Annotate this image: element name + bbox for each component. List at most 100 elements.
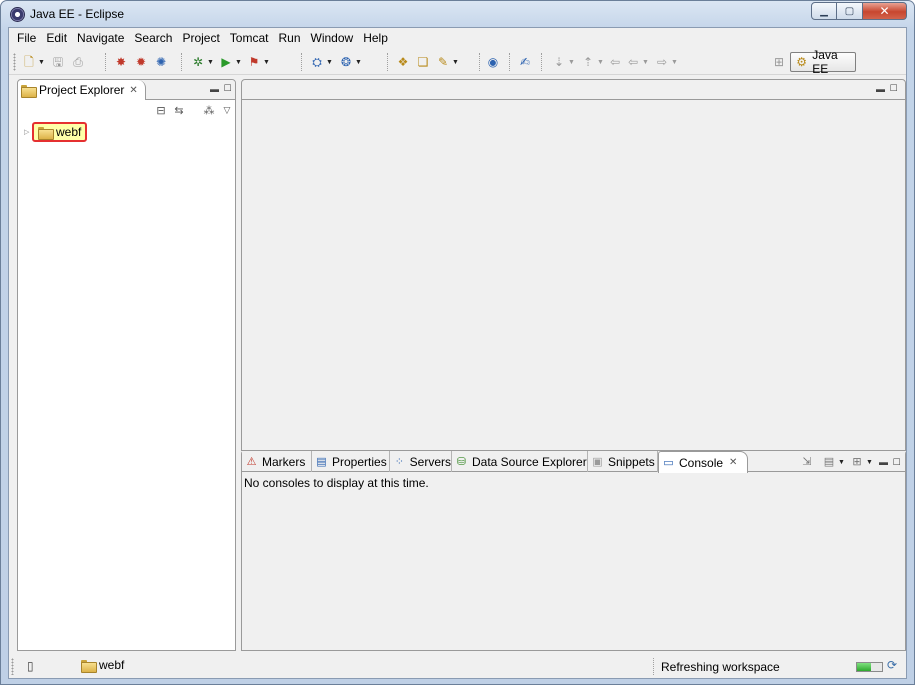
pin-console-icon[interactable]: ⇲ bbox=[799, 454, 815, 470]
progress-bar[interactable] bbox=[856, 662, 883, 672]
next-annotation-icon[interactable]: ⇣ bbox=[551, 54, 567, 70]
view-menu-icon[interactable]: ▽ bbox=[220, 103, 234, 117]
perspective-label: Java EE bbox=[812, 48, 838, 76]
maximize-panel-icon[interactable]: ☐ bbox=[890, 456, 903, 469]
close-console-icon[interactable]: ✕ bbox=[729, 457, 737, 468]
status-grip[interactable] bbox=[11, 658, 14, 675]
status-message: Refreshing workspace bbox=[661, 660, 780, 674]
close-button[interactable]: ✕ bbox=[863, 2, 907, 20]
previous-annotation-icon[interactable]: ⇡ bbox=[580, 54, 596, 70]
tab-servers[interactable]: ⁘ Servers bbox=[390, 451, 452, 472]
menu-navigate[interactable]: Navigate bbox=[72, 29, 129, 47]
minimize-view-icon[interactable]: ▬ bbox=[208, 82, 221, 95]
bottom-panel: ⚠ Markers ▤ Properties ⁘ Servers ⛁ Data Sour… bbox=[241, 450, 906, 651]
next-annotation-dropdown-icon[interactable]: ▼ bbox=[567, 59, 576, 66]
save-icon[interactable]: 🖫 bbox=[50, 54, 66, 70]
forward-dropdown-icon[interactable]: ▼ bbox=[670, 59, 679, 66]
project-folder-icon bbox=[81, 659, 97, 673]
title-bar[interactable]: Java EE - Eclipse ▁ ▢ ✕ bbox=[1, 1, 914, 27]
open-type-icon[interactable]: ❖ bbox=[395, 54, 411, 70]
menu-file[interactable]: File bbox=[12, 29, 41, 47]
display-console-dropdown-icon[interactable]: ▼ bbox=[837, 459, 846, 466]
status-selection-label: webf bbox=[99, 658, 125, 672]
tab-data-source-explorer[interactable]: ⛁ Data Source Explorer bbox=[452, 451, 588, 472]
java-ee-perspective-icon: ⚙ bbox=[796, 55, 808, 69]
close-view-icon[interactable]: ✕ bbox=[129, 85, 137, 96]
external-tools-icon[interactable]: ⚑ bbox=[246, 54, 262, 70]
open-console-icon[interactable]: ⊞ bbox=[849, 454, 865, 470]
perspective-java-ee[interactable]: ⚙ Java EE bbox=[790, 48, 856, 76]
menu-run[interactable]: Run bbox=[273, 29, 305, 47]
debug-icon[interactable]: ✲ bbox=[190, 54, 206, 70]
new-server-icon[interactable]: ⛭ bbox=[309, 54, 325, 70]
back-icon[interactable]: ⇦ bbox=[625, 54, 641, 70]
editor-area[interactable]: ▬ ☐ bbox=[241, 79, 906, 451]
forward-icon[interactable]: ⇨ bbox=[654, 54, 670, 70]
project-explorer-title: Project Explorer bbox=[39, 83, 125, 97]
new-dropdown-icon[interactable]: ▼ bbox=[37, 59, 46, 66]
search-tool-icon[interactable]: ✎ bbox=[435, 54, 451, 70]
debug-dropdown-icon[interactable]: ▼ bbox=[206, 59, 215, 66]
tab-markers[interactable]: ⚠ Markers bbox=[242, 451, 312, 472]
collapse-all-icon[interactable]: ⊟ bbox=[154, 103, 168, 117]
toolbar-separator bbox=[301, 53, 302, 71]
tomcat-restart-icon[interactable]: ✺ bbox=[153, 54, 169, 70]
tab-label: Console bbox=[679, 455, 724, 470]
menu-edit[interactable]: Edit bbox=[41, 29, 72, 47]
search-dropdown-icon[interactable]: ▼ bbox=[451, 59, 460, 66]
menu-window[interactable]: Window bbox=[306, 29, 359, 47]
new-web-service-icon[interactable]: ❂ bbox=[338, 54, 354, 70]
tab-console[interactable]: ▭ Console ✕ bbox=[658, 451, 748, 473]
window-controls: ▁ ▢ ✕ bbox=[811, 2, 907, 20]
tomcat-start-icon[interactable]: ✸ bbox=[113, 54, 129, 70]
expand-arrow-icon[interactable]: ▷ bbox=[24, 128, 32, 136]
toolbar-separator bbox=[387, 53, 388, 71]
fast-view-icon[interactable]: ▯ bbox=[27, 659, 34, 673]
menu-help[interactable]: Help bbox=[358, 29, 393, 47]
maximize-button[interactable]: ▢ bbox=[837, 2, 863, 20]
tab-snippets[interactable]: ▣ Snippets bbox=[588, 451, 658, 472]
menu-project[interactable]: Project bbox=[177, 29, 224, 47]
menu-search[interactable]: Search bbox=[129, 29, 177, 47]
previous-annotation-dropdown-icon[interactable]: ▼ bbox=[596, 59, 605, 66]
bottom-tabstrip: ⚠ Markers ▤ Properties ⁘ Servers ⛁ Data Sour… bbox=[242, 451, 905, 473]
progress-view-icon[interactable]: ⟳ bbox=[887, 658, 897, 672]
console-icon: ▭ bbox=[663, 457, 674, 469]
display-console-icon[interactable]: ▤ bbox=[821, 454, 837, 470]
open-perspective-icon[interactable]: ⊞ bbox=[771, 54, 787, 70]
open-folder-icon[interactable]: ❏ bbox=[415, 54, 431, 70]
tree-item-webf[interactable]: ▷ webf bbox=[24, 122, 88, 142]
toolbar-grip[interactable] bbox=[13, 53, 16, 71]
back-dropdown-icon[interactable]: ▼ bbox=[641, 59, 650, 66]
globe-icon[interactable]: ◉ bbox=[485, 54, 501, 70]
menu-tomcat[interactable]: Tomcat bbox=[225, 29, 274, 47]
tab-label: Snippets bbox=[608, 454, 655, 469]
external-tools-dropdown-icon[interactable]: ▼ bbox=[262, 59, 271, 66]
new-web-service-dropdown-icon[interactable]: ▼ bbox=[354, 59, 363, 66]
run-icon[interactable]: ▶ bbox=[218, 54, 234, 70]
print-icon[interactable]: ⎙ bbox=[70, 54, 86, 70]
pin-editor-icon[interactable]: ✍ bbox=[517, 54, 533, 70]
last-edit-icon[interactable]: ⇦ bbox=[607, 54, 623, 70]
project-folder-icon bbox=[38, 126, 54, 140]
minimize-editor-icon[interactable]: ▬ bbox=[874, 82, 887, 95]
new-server-dropdown-icon[interactable]: ▼ bbox=[325, 59, 334, 66]
link-with-editor-icon[interactable]: ⇆ bbox=[172, 103, 186, 117]
toolbar-separator bbox=[541, 53, 542, 71]
maximize-editor-icon[interactable]: ☐ bbox=[887, 82, 900, 95]
markers-icon: ⚠ bbox=[246, 456, 257, 468]
tomcat-stop-icon[interactable]: ✹ bbox=[133, 54, 149, 70]
minimize-panel-icon[interactable]: ▬ bbox=[877, 456, 890, 469]
run-dropdown-icon[interactable]: ▼ bbox=[234, 59, 243, 66]
project-node-highlighted[interactable]: webf bbox=[32, 122, 88, 142]
console-content[interactable]: No consoles to display at this time. bbox=[242, 473, 905, 650]
data-source-icon: ⛁ bbox=[456, 456, 467, 468]
filter-icon[interactable]: ⁂ bbox=[202, 103, 216, 117]
new-icon[interactable]: 🗋 bbox=[21, 54, 37, 70]
minimize-button[interactable]: ▁ bbox=[811, 2, 837, 20]
project-explorer-view-toolbar: ⊟ ⇆ ⁂ ▽ bbox=[18, 101, 235, 119]
tab-properties[interactable]: ▤ Properties bbox=[312, 451, 390, 472]
maximize-view-icon[interactable]: ☐ bbox=[221, 82, 234, 95]
open-console-dropdown-icon[interactable]: ▼ bbox=[865, 459, 874, 466]
tab-project-explorer[interactable]: Project Explorer ✕ bbox=[18, 80, 146, 100]
